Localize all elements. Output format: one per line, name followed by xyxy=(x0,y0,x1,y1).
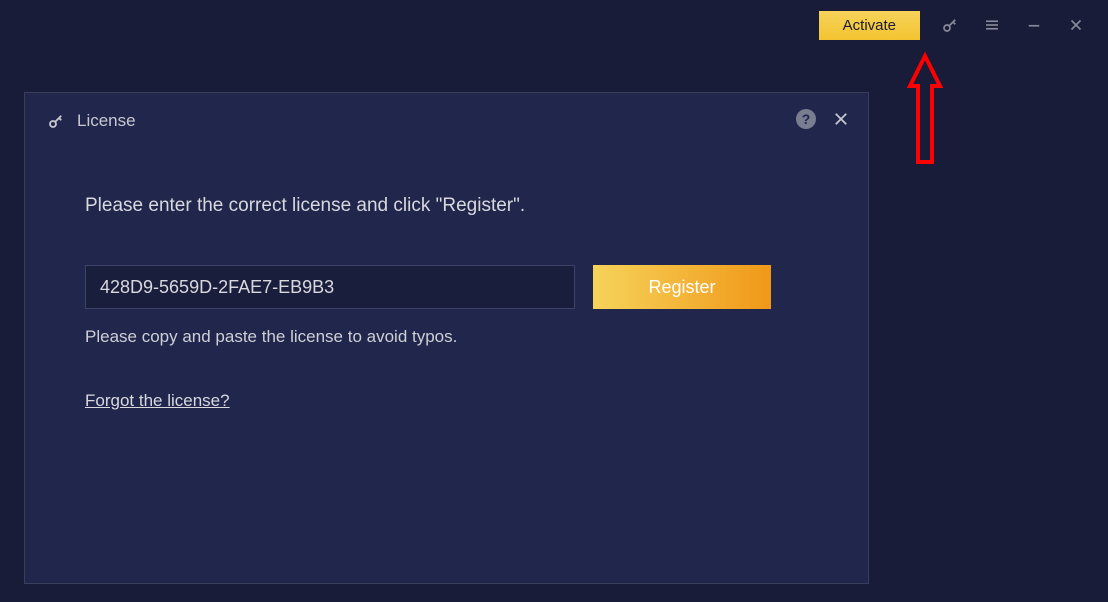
register-button[interactable]: Register xyxy=(593,265,771,309)
forgot-license-link[interactable]: Forgot the license? xyxy=(85,391,230,410)
key-icon[interactable] xyxy=(938,13,962,37)
dialog-header-right: ? xyxy=(796,109,850,129)
dialog-header-left: License xyxy=(47,111,136,131)
instruction-text: Please enter the correct license and cli… xyxy=(85,195,808,217)
titlebar: Activate xyxy=(819,0,1108,50)
help-icon[interactable]: ? xyxy=(796,109,816,129)
activate-button[interactable]: Activate xyxy=(819,11,920,40)
close-window-icon[interactable] xyxy=(1064,13,1088,37)
input-row: Register xyxy=(85,265,808,309)
minimize-icon[interactable] xyxy=(1022,13,1046,37)
close-icon[interactable] xyxy=(832,110,850,128)
dialog-header: License ? xyxy=(25,93,868,145)
license-dialog: License ? Please enter the correct licen… xyxy=(24,92,869,584)
arrow-annotation-icon xyxy=(902,48,948,170)
license-input[interactable] xyxy=(85,265,575,309)
helper-text: Please copy and paste the license to avo… xyxy=(85,327,808,347)
dialog-title: License xyxy=(77,111,136,131)
menu-icon[interactable] xyxy=(980,13,1004,37)
key-icon xyxy=(47,112,65,130)
dialog-body: Please enter the correct license and cli… xyxy=(25,145,868,411)
